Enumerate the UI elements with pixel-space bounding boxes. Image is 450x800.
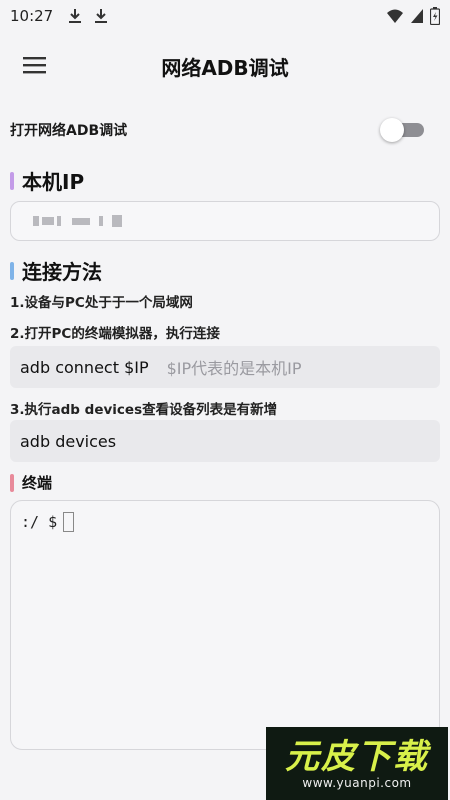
- section-accent-bar: [10, 473, 14, 492]
- watermark-url: www.yuanpi.com: [302, 775, 412, 790]
- devices-command-box[interactable]: adb devices: [10, 420, 440, 462]
- terminal-cursor: [63, 511, 75, 532]
- connect-hint: $IP代表的是本机IP: [166, 359, 302, 378]
- network-adb-label: 打开网络ADB调试: [10, 123, 128, 139]
- wifi-icon: [387, 9, 403, 23]
- redacted-ip-value: [33, 215, 122, 227]
- connect-command: adb connect $IP: [20, 357, 149, 377]
- status-bar: 10:27: [0, 0, 450, 32]
- connection-header: 连接方法: [10, 256, 102, 285]
- hamburger-menu-icon[interactable]: [22, 53, 48, 77]
- connect-command-box[interactable]: adb connect $IP $IP代表的是本机IP: [10, 346, 440, 388]
- step-3-text: 3.执行adb devices查看设备列表是有新增: [10, 402, 278, 418]
- terminal-title: 终端: [22, 474, 53, 492]
- page-title: 网络ADB调试: [161, 55, 289, 80]
- site-watermark: 元皮下载 www.yuanpi.com: [266, 727, 448, 800]
- terminal-area[interactable]: :/ $: [10, 500, 440, 750]
- connection-title: 连接方法: [22, 260, 102, 284]
- local-ip-field[interactable]: [10, 201, 440, 241]
- terminal-header: 终端: [10, 472, 52, 493]
- toggle-thumb: [380, 118, 404, 142]
- network-adb-row: 打开网络ADB调试: [10, 112, 430, 148]
- devices-command: adb devices: [20, 431, 117, 451]
- watermark-brand: 元皮下载: [285, 736, 429, 777]
- download-icon: [95, 9, 108, 23]
- app-bar: 网络ADB调试: [0, 40, 450, 92]
- signal-icon: [411, 9, 423, 23]
- step-2-text: 2.打开PC的终端模拟器，执行连接: [10, 326, 220, 342]
- network-adb-toggle[interactable]: [380, 118, 426, 142]
- battery-icon: [430, 7, 440, 25]
- status-time: 10:27: [10, 7, 54, 25]
- download-icon: [69, 9, 82, 23]
- local-ip-header: 本机IP: [10, 166, 84, 195]
- terminal-prompt: :/ $: [21, 512, 58, 531]
- local-ip-title: 本机IP: [22, 170, 85, 194]
- section-accent-bar: [10, 171, 14, 190]
- step-1-text: 1.设备与PC处于于一个局域网: [10, 295, 193, 311]
- section-accent-bar: [10, 261, 14, 280]
